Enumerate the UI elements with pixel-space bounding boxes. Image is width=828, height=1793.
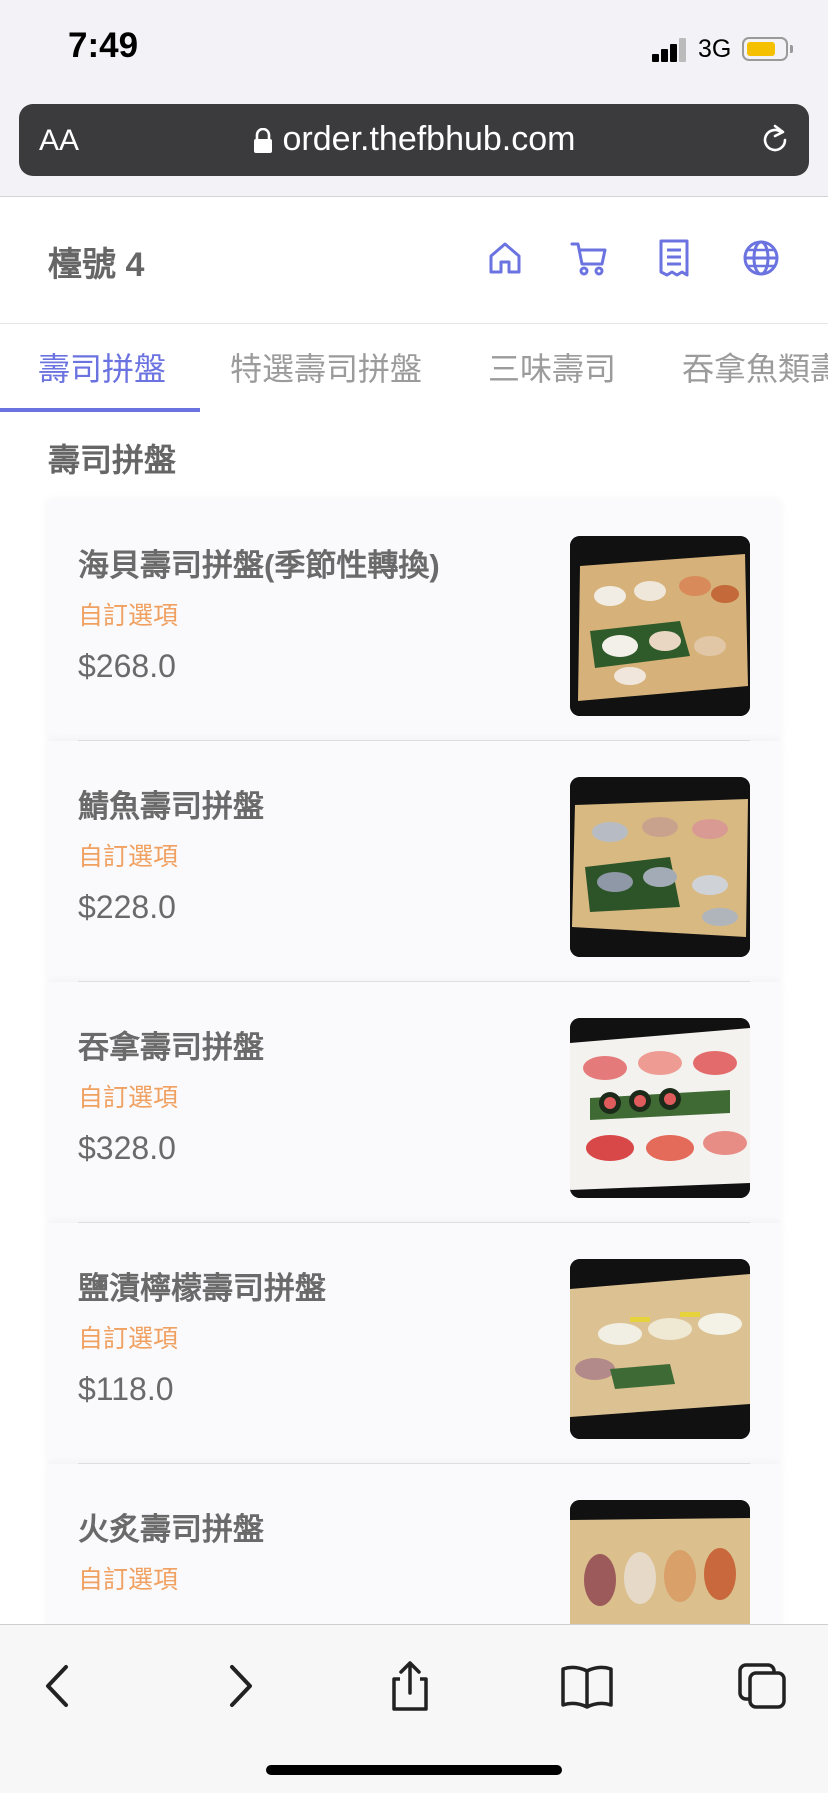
battery-icon (742, 37, 793, 61)
language-globe-icon[interactable] (741, 238, 781, 278)
item-photo (570, 1259, 750, 1439)
tabs-icon[interactable] (732, 1659, 792, 1713)
browser-toolbar (0, 1624, 828, 1793)
cart-icon[interactable] (569, 238, 609, 278)
menu-item-list: 海貝壽司拼盤(季節性轉換) 自訂選項 $268.0 鯖魚壽司拼盤 自訂選項 $2… (48, 500, 780, 1705)
menu-item-card[interactable]: 鹽漬檸檬壽司拼盤 自訂選項 $118.0 (48, 1223, 780, 1464)
item-name: 鯖魚壽司拼盤 (78, 789, 264, 824)
tab-three-flavor-sushi[interactable]: 三味壽司 (488, 344, 616, 390)
url-field[interactable]: order.thefbhub.com (19, 120, 809, 159)
active-tab-indicator (0, 408, 200, 412)
network-type: 3G (698, 35, 732, 63)
home-icon[interactable] (485, 238, 525, 278)
item-photo (570, 777, 750, 957)
bookmarks-icon[interactable] (557, 1659, 617, 1713)
share-icon[interactable] (380, 1659, 440, 1713)
forward-icon[interactable] (208, 1659, 268, 1713)
table-number: 檯號 4 (48, 246, 145, 284)
status-bar: 7:49 3G (0, 0, 828, 100)
lock-icon (253, 128, 272, 154)
item-price: $228.0 (78, 889, 176, 925)
menu-item-card[interactable]: 海貝壽司拼盤(季節性轉換) 自訂選項 $268.0 (48, 500, 780, 741)
home-indicator (266, 1765, 562, 1775)
item-option-label[interactable]: 自訂選項 (78, 596, 178, 632)
item-price: $268.0 (78, 648, 176, 684)
item-price: $118.0 (78, 1371, 174, 1407)
item-option-label[interactable]: 自訂選項 (78, 1319, 178, 1355)
item-price: $328.0 (78, 1130, 176, 1166)
cellular-signal-icon (652, 38, 688, 62)
category-tabs: 壽司拼盤 特選壽司拼盤 三味壽司 吞拿魚類壽 (0, 324, 828, 414)
back-icon[interactable] (30, 1659, 90, 1713)
reload-icon[interactable] (757, 122, 793, 158)
item-photo (570, 536, 750, 716)
item-name: 火炙壽司拼盤 (78, 1512, 264, 1547)
app-header: 檯號 4 (0, 197, 828, 324)
item-name: 海貝壽司拼盤(季節性轉換) (78, 548, 440, 583)
item-option-label[interactable]: 自訂選項 (78, 1560, 178, 1596)
section-title: 壽司拼盤 (48, 442, 177, 478)
item-name: 鹽漬檸檬壽司拼盤 (78, 1271, 326, 1306)
item-photo (570, 1018, 750, 1198)
address-bar[interactable]: AA order.thefbhub.com (19, 104, 809, 176)
url-text: order.thefbhub.com (282, 120, 576, 158)
receipt-icon[interactable] (654, 238, 694, 278)
status-time: 7:49 (68, 26, 139, 65)
menu-item-card[interactable]: 鯖魚壽司拼盤 自訂選項 $228.0 (48, 741, 780, 982)
item-option-label[interactable]: 自訂選項 (78, 837, 178, 873)
item-name: 吞拿壽司拼盤 (78, 1030, 264, 1065)
tab-special-sushi-platter[interactable]: 特選壽司拼盤 (230, 344, 422, 390)
item-option-label[interactable]: 自訂選項 (78, 1078, 178, 1114)
tab-sushi-platter[interactable]: 壽司拼盤 (38, 344, 166, 390)
browser-chrome: AA order.thefbhub.com (0, 100, 828, 197)
menu-item-card[interactable]: 吞拿壽司拼盤 自訂選項 $328.0 (48, 982, 780, 1223)
tab-tuna-sushi[interactable]: 吞拿魚類壽 (682, 344, 828, 390)
